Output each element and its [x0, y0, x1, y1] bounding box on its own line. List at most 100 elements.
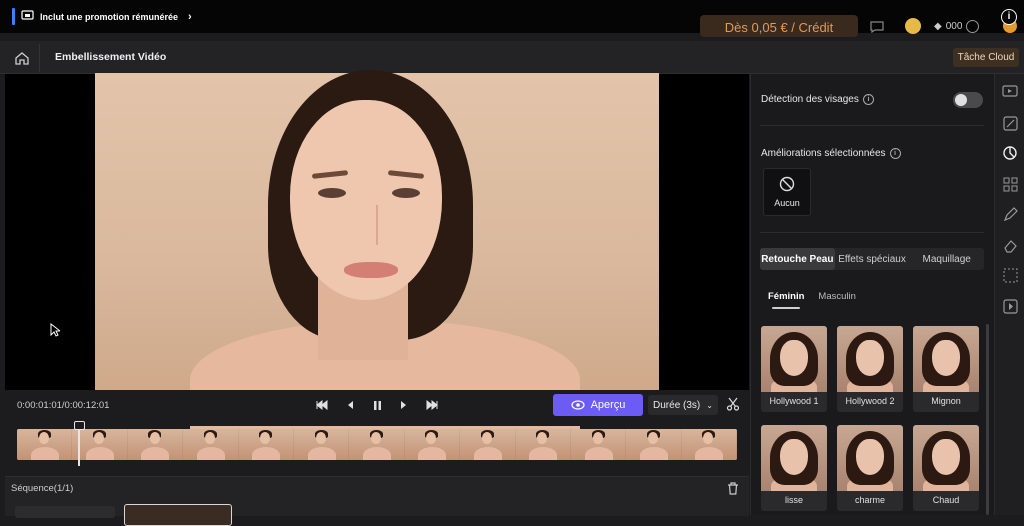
info-icon[interactable]: i [889, 148, 901, 159]
timeline-frame [404, 429, 461, 460]
promo-icon [21, 10, 34, 23]
info-icon[interactable]: i [1001, 9, 1017, 25]
face-detection-toggle[interactable] [953, 92, 983, 108]
timeline-frame [72, 429, 128, 460]
playhead-handle[interactable] [74, 421, 85, 430]
step-back-icon [348, 401, 353, 409]
preset-hollywood-1[interactable]: Hollywood 1 [761, 326, 827, 412]
promo-label: Inclut une promotion rémunérée [40, 11, 179, 22]
playhead[interactable] [78, 424, 80, 466]
skip-forward-icon [426, 400, 438, 410]
gem-counter[interactable]: ◆ 000 [934, 18, 980, 34]
step-forward-icon [401, 401, 406, 409]
beauty-tool-icon[interactable] [1001, 144, 1019, 162]
promo-banner[interactable]: Inclut une promotion rémunérée › [12, 7, 192, 26]
tab-effets-speciaux[interactable]: Effets spéciaux [835, 248, 910, 270]
gem-count: 000 [945, 20, 963, 32]
duration-label: Durée (3s) [653, 399, 701, 411]
preview-label: Aperçu [590, 399, 626, 411]
timeline-frame [127, 429, 184, 460]
sequence-clip-placeholder [15, 506, 115, 518]
preset-mignon[interactable]: Mignon [913, 326, 979, 412]
ban-icon [779, 176, 795, 192]
preset-thumbnail [837, 326, 903, 392]
none-label: Aucun [774, 198, 800, 208]
subject-lips [344, 262, 398, 278]
skip-forward-button[interactable] [422, 397, 442, 413]
category-tabs: Retouche Peau Effets spéciaux Maquillage [760, 248, 984, 270]
step-forward-button[interactable] [394, 397, 414, 413]
credit-pill[interactable]: Dès 0,05 € / Crédit [700, 15, 858, 37]
preset-label: Mignon [913, 392, 979, 412]
scissors-icon[interactable] [726, 397, 742, 413]
preview-button[interactable]: Aperçu [553, 394, 643, 416]
tab-masculin[interactable]: Masculin [818, 291, 856, 302]
home-icon [15, 51, 29, 65]
cloud-task-button[interactable]: Tâche Cloud [953, 48, 1019, 67]
preset-thumbnail [913, 425, 979, 491]
sequence-clip[interactable] [124, 504, 232, 526]
preset-label: Hollywood 1 [761, 392, 827, 412]
edit-curve-icon[interactable] [1001, 114, 1019, 132]
timeline-frame [626, 429, 682, 460]
subject-nose [362, 205, 378, 245]
info-icon[interactable]: i [862, 94, 874, 105]
apps-grid-icon[interactable] [1001, 175, 1019, 193]
pause-icon [373, 400, 381, 410]
chevron-down-icon: ⌄ [706, 400, 713, 410]
tab-feminin[interactable]: Féminin [768, 291, 804, 309]
timeline-frame [183, 429, 239, 460]
tool-rail [994, 74, 1024, 515]
eraser-icon[interactable] [1001, 236, 1019, 254]
preset-label: Hollywood 2 [837, 392, 903, 412]
timeline-frame [17, 429, 73, 460]
add-media-icon[interactable] [1001, 297, 1019, 315]
panel-scrollbar[interactable] [986, 324, 989, 515]
tab-retouche-peau[interactable]: Retouche Peau [760, 248, 835, 270]
preset-charme[interactable]: charme [837, 425, 903, 511]
timeline-frame [293, 429, 350, 460]
step-back-button[interactable] [340, 397, 360, 413]
timeline-frame [570, 429, 627, 460]
message-icon[interactable] [870, 20, 884, 34]
face-detection-row: Détection des visages i [761, 94, 874, 105]
preset-thumbnail [837, 425, 903, 491]
video-tool-icon[interactable] [1001, 83, 1019, 101]
selected-enhancements-row: Améliorations sélectionnées i [761, 148, 901, 159]
mouse-cursor-icon [50, 322, 62, 342]
coin-icon[interactable] [905, 18, 921, 34]
chevron-right-icon: › [188, 10, 192, 23]
home-button[interactable] [5, 44, 40, 72]
pause-button[interactable] [367, 397, 387, 413]
sequence-bar [5, 476, 749, 516]
face-detection-label: Détection des visages [761, 94, 859, 105]
timeline-frame [681, 429, 737, 460]
eye-icon [570, 400, 585, 410]
preset-chaud[interactable]: Chaud [913, 425, 979, 511]
skip-back-icon [316, 400, 328, 410]
preset-lisse[interactable]: lisse [761, 425, 827, 511]
preset-label: Chaud [913, 491, 979, 511]
trash-icon[interactable] [727, 482, 741, 496]
timeline-frame [515, 429, 571, 460]
page-title: Embellissement Vidéo [55, 51, 167, 63]
none-option[interactable]: Aucun [763, 168, 811, 216]
preset-thumbnail [913, 326, 979, 392]
duration-select[interactable]: Durée (3s) ⌄ [648, 395, 718, 415]
selected-enhancements-label: Améliorations sélectionnées [761, 148, 886, 159]
preset-thumbnail [761, 326, 827, 392]
skip-back-button[interactable] [312, 397, 332, 413]
subject-eye-left [318, 188, 346, 198]
timeline-strip[interactable] [17, 429, 737, 460]
divider [760, 125, 984, 126]
timecode: 0:00:01:01/0:00:12:01 [17, 400, 110, 411]
sequence-label: Séquence(1/1) [11, 483, 74, 494]
select-area-icon[interactable] [1001, 266, 1019, 284]
tab-maquillage[interactable]: Maquillage [909, 248, 984, 270]
credit-label: Dès 0,05 € / Crédit [724, 20, 834, 35]
preset-hollywood-2[interactable]: Hollywood 2 [837, 326, 903, 412]
timeline-frame [349, 429, 405, 460]
divider [760, 232, 984, 233]
pen-icon[interactable] [1001, 205, 1019, 223]
gem-icon: ◆ [934, 20, 942, 32]
